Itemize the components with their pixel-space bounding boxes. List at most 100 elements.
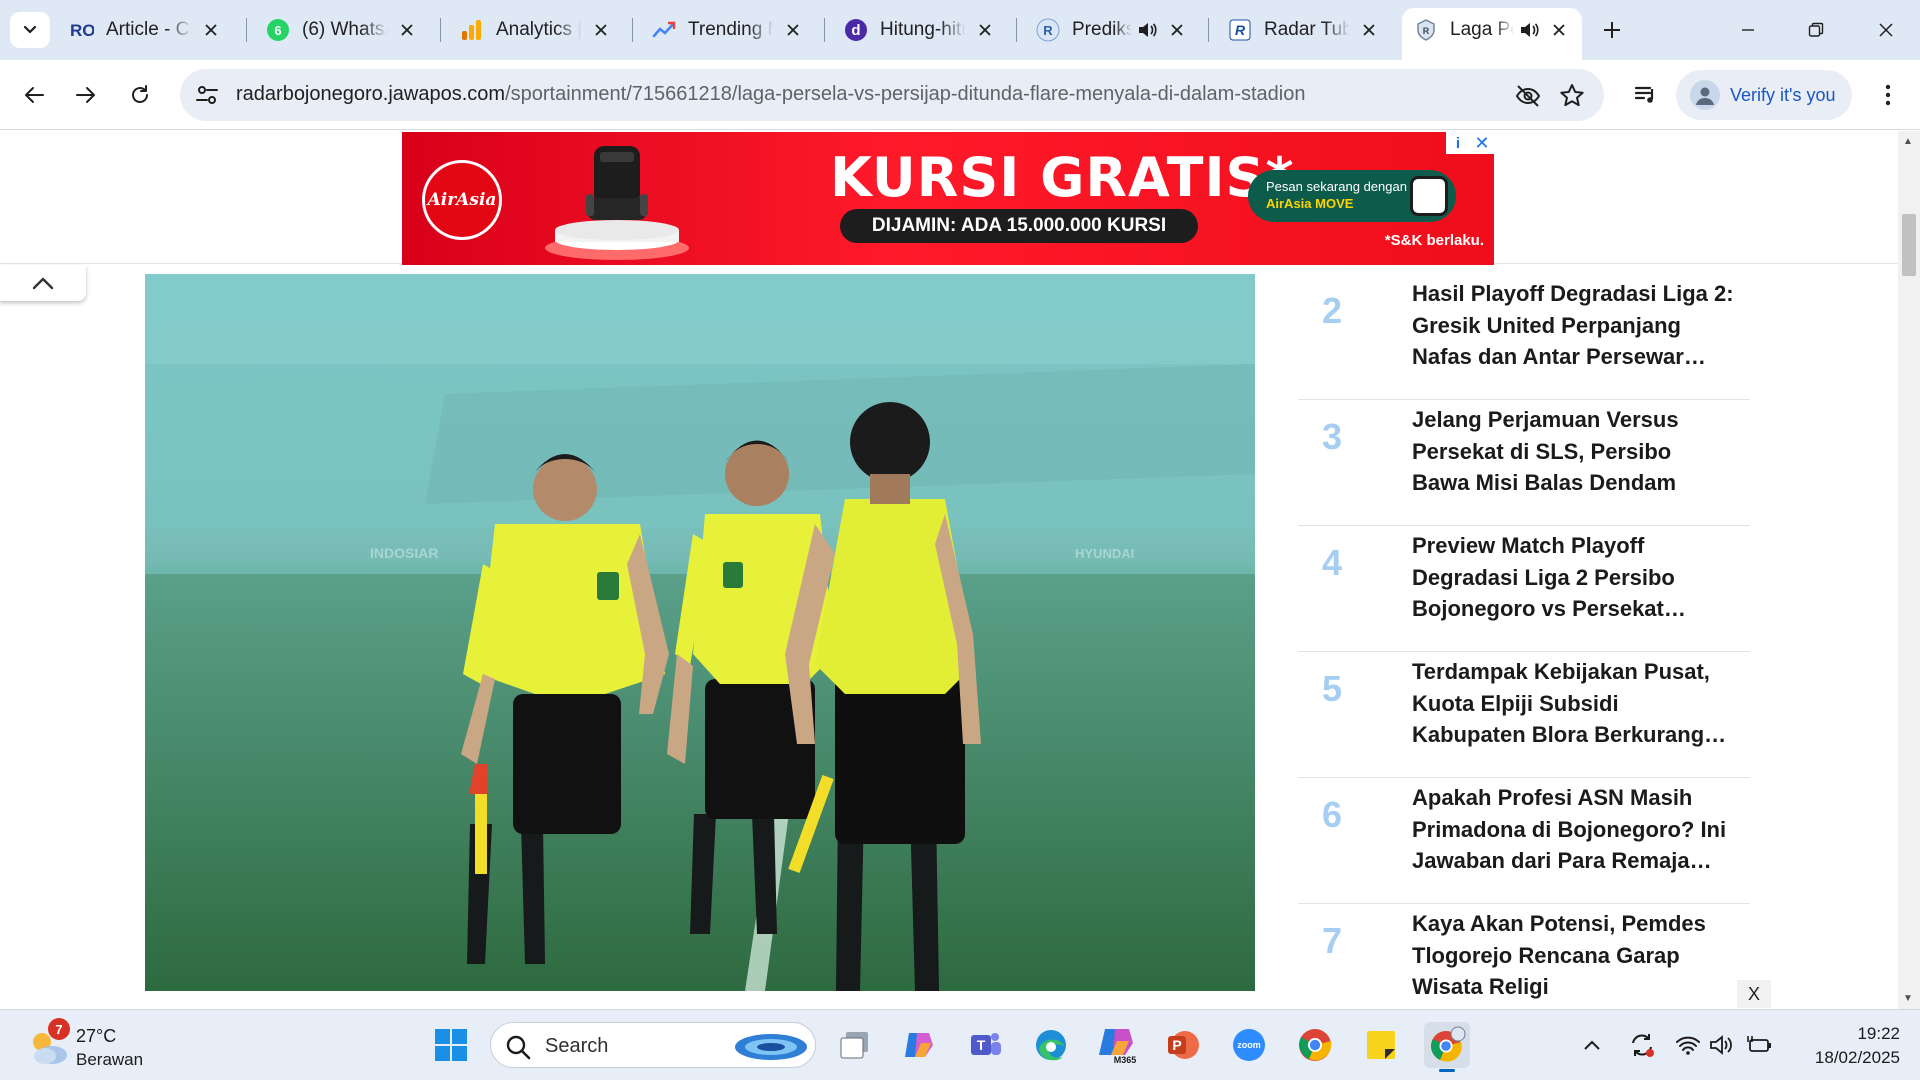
chrome-button[interactable] bbox=[1292, 1022, 1338, 1068]
taskbar-search[interactable]: Search bbox=[490, 1022, 816, 1068]
scroll-down-arrow-icon[interactable]: ▼ bbox=[1903, 993, 1913, 1004]
tab-close-icon[interactable] bbox=[1166, 19, 1188, 41]
trending-title[interactable]: Jelang Perjamuan Versus Persekat di SLS,… bbox=[1412, 404, 1734, 499]
volume-tray-button[interactable] bbox=[1704, 1026, 1740, 1064]
trending-item[interactable]: 7 Kaya Akan Potensi, Pemdes Tlogorejo Re… bbox=[1298, 904, 1750, 1009]
tab-search-button[interactable] bbox=[10, 12, 50, 48]
tab-radar-tuban[interactable]: R Radar Tuban bbox=[1216, 8, 1392, 52]
tab-close-icon[interactable] bbox=[974, 19, 996, 41]
collapse-ad-button[interactable] bbox=[0, 265, 86, 301]
teams-button[interactable]: T bbox=[962, 1022, 1008, 1068]
trending-title[interactable]: Apakah Profesi ASN Masih Primadona di Bo… bbox=[1412, 782, 1734, 877]
tab-close-icon[interactable] bbox=[1548, 19, 1570, 41]
sticky-notes-icon bbox=[1367, 1031, 1395, 1059]
powerpoint-button[interactable]: P bbox=[1160, 1022, 1206, 1068]
svg-text:T: T bbox=[977, 1037, 986, 1053]
scroll-up-arrow-icon[interactable]: ▲ bbox=[1903, 136, 1913, 147]
trending-item[interactable]: 6 Apakah Profesi ASN Masih Primadona di … bbox=[1298, 778, 1750, 904]
teams-icon: T bbox=[971, 1033, 1001, 1055]
ad-strip: AirAsia KURSI GRATIS* DIJAMIN: ADA 15.00… bbox=[0, 131, 1898, 265]
tab-article[interactable]: RO Article - CM bbox=[58, 8, 234, 52]
start-button[interactable] bbox=[428, 1022, 474, 1068]
tab-analytics[interactable]: Analytics | Ho bbox=[448, 8, 624, 52]
trending-item[interactable]: 3 Jelang Perjamuan Versus Persekat di SL… bbox=[1298, 400, 1750, 526]
edge-button[interactable] bbox=[1028, 1022, 1074, 1068]
weather-description: Berawan bbox=[76, 1050, 144, 1069]
weather-widget[interactable]: 7 27°C Berawan bbox=[24, 1018, 164, 1074]
close-window-button[interactable] bbox=[1858, 0, 1914, 60]
adchoices-info-icon[interactable]: i bbox=[1446, 132, 1470, 154]
show-hidden-icons-button[interactable] bbox=[1574, 1026, 1610, 1064]
forward-button[interactable] bbox=[66, 75, 106, 115]
trending-title[interactable]: Preview Match Playoff Degradasi Liga 2 P… bbox=[1412, 530, 1734, 625]
trending-item[interactable]: 4 Preview Match Playoff Degradasi Liga 2… bbox=[1298, 526, 1750, 652]
system-clock[interactable]: 19:22 18/02/2025 bbox=[1790, 1022, 1900, 1070]
verify-profile-button[interactable]: Verify it's you bbox=[1676, 70, 1852, 120]
battery-tray-button[interactable] bbox=[1742, 1026, 1778, 1064]
zoom-button[interactable]: zoom bbox=[1226, 1022, 1272, 1068]
speaker-icon[interactable] bbox=[1518, 19, 1540, 41]
tab-hitung[interactable]: d Hitung-hitu bbox=[832, 8, 1008, 52]
address-bar[interactable]: radarbojonegoro.jawapos.com/sportainment… bbox=[180, 69, 1604, 121]
tab-whatsapp[interactable]: 6 (6) WhatsApp bbox=[254, 8, 430, 52]
copilot-button[interactable] bbox=[896, 1022, 942, 1068]
sync-tray-button[interactable] bbox=[1624, 1026, 1660, 1064]
search-icon bbox=[506, 1035, 531, 1060]
ad-close-icon[interactable]: ✕ bbox=[1470, 132, 1494, 154]
tab-separator bbox=[1016, 18, 1017, 42]
tab-close-icon[interactable] bbox=[1358, 19, 1380, 41]
tab-close-icon[interactable] bbox=[396, 19, 418, 41]
windows-taskbar: 7 27°C Berawan Search T M365 P zoom 19:2… bbox=[0, 1009, 1920, 1080]
trending-icon bbox=[652, 18, 676, 42]
tab-separator bbox=[1208, 18, 1209, 42]
tab-title: Radar Tuban bbox=[1264, 19, 1350, 40]
tab-title: Analytics | Ho bbox=[496, 19, 582, 40]
tab-separator bbox=[824, 18, 825, 42]
back-button[interactable] bbox=[14, 75, 54, 115]
ad-app-cta[interactable]: Pesan sekarang dengan AirAsia MOVE bbox=[1248, 170, 1456, 222]
microsoft-365-button[interactable]: M365 bbox=[1094, 1022, 1140, 1068]
tab-laga-persela[interactable]: R Laga Pe bbox=[1402, 8, 1582, 60]
restore-button[interactable] bbox=[1788, 0, 1844, 60]
new-tab-button[interactable] bbox=[1596, 14, 1628, 46]
trending-rank: 7 bbox=[1322, 920, 1343, 961]
minimize-button[interactable] bbox=[1720, 0, 1776, 60]
tab-close-icon[interactable] bbox=[200, 19, 222, 41]
reload-button[interactable] bbox=[120, 75, 160, 115]
svg-text:6: 6 bbox=[274, 23, 281, 38]
ro-logo-icon: RO bbox=[70, 18, 94, 42]
trending-item[interactable]: 2 Hasil Playoff Degradasi Liga 2: Gresik… bbox=[1298, 274, 1750, 400]
chrome-icon bbox=[1299, 1029, 1332, 1061]
stadium-banner-indosiar: INDOSIAR bbox=[370, 545, 438, 561]
scrollbar-thumb[interactable] bbox=[1902, 214, 1916, 276]
airasia-logo: AirAsia bbox=[422, 160, 502, 240]
more-vert-icon bbox=[1885, 84, 1891, 106]
weather-temperature: 27°C bbox=[76, 1026, 117, 1046]
speaker-icon[interactable] bbox=[1136, 19, 1158, 41]
site-settings-icon[interactable] bbox=[194, 82, 220, 108]
trending-title[interactable]: Kaya Akan Potensi, Pemdes Tlogorejo Renc… bbox=[1412, 908, 1734, 1003]
trending-title[interactable]: Terdampak Kebijakan Pusat, Kuota Elpiji … bbox=[1412, 656, 1734, 751]
trending-title[interactable]: Hasil Playoff Degradasi Liga 2: Gresik U… bbox=[1412, 278, 1734, 373]
airasia-banner-ad[interactable]: AirAsia KURSI GRATIS* DIJAMIN: ADA 15.00… bbox=[402, 132, 1494, 265]
sticky-notes-button[interactable] bbox=[1358, 1022, 1404, 1068]
tab-trending[interactable]: Trending Now bbox=[640, 8, 816, 52]
task-view-button[interactable] bbox=[832, 1022, 878, 1068]
chrome-profile-button[interactable] bbox=[1424, 1022, 1470, 1072]
sync-icon bbox=[1632, 1034, 1654, 1057]
media-controls-button[interactable] bbox=[1626, 75, 1666, 115]
close-sticky-button[interactable]: X bbox=[1737, 980, 1771, 1008]
url-text[interactable]: radarbojonegoro.jawapos.com/sportainment… bbox=[236, 83, 1306, 106]
page-scrollbar[interactable]: ▲ ▼ bbox=[1898, 131, 1920, 1009]
eye-off-icon[interactable] bbox=[1514, 82, 1542, 110]
airasia-move-app-icon bbox=[1410, 176, 1448, 216]
trending-item[interactable]: 5 Terdampak Kebijakan Pusat, Kuota Elpij… bbox=[1298, 652, 1750, 778]
wifi-tray-button[interactable] bbox=[1670, 1026, 1706, 1064]
bookmark-star-icon[interactable] bbox=[1558, 82, 1586, 110]
tab-close-icon[interactable] bbox=[782, 19, 804, 41]
tab-prediksi[interactable]: R Prediksi bbox=[1024, 8, 1200, 52]
tab-close-icon[interactable] bbox=[590, 19, 612, 41]
url-host: radarbojonegoro.jawapos.com bbox=[236, 83, 506, 105]
reload-icon bbox=[132, 85, 148, 103]
browser-menu-button[interactable] bbox=[1868, 75, 1908, 115]
